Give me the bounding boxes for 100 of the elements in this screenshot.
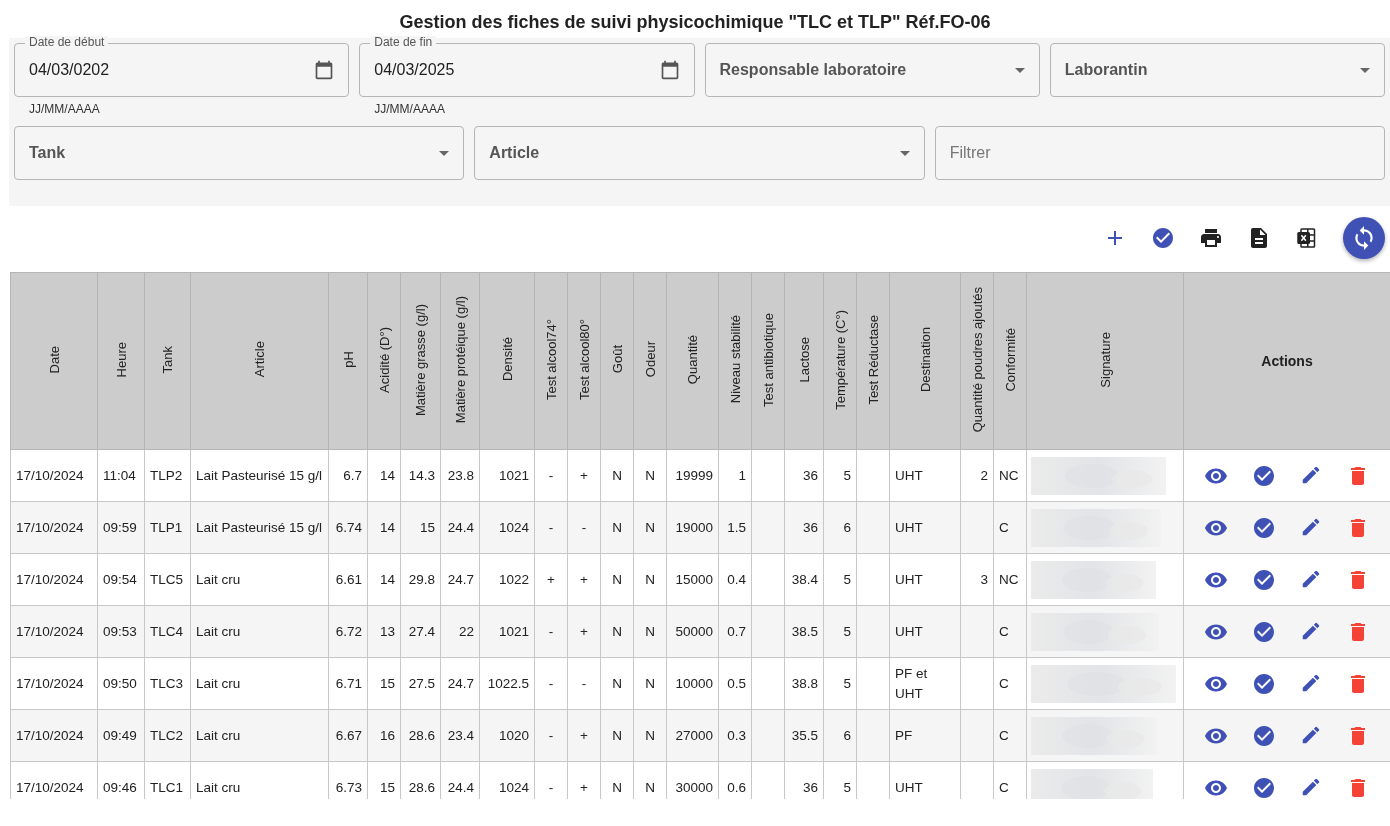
table-cell: 09:46 bbox=[103, 779, 137, 795]
table-cell: N bbox=[645, 519, 655, 535]
table-cell: Lait cru bbox=[196, 571, 241, 587]
table-cell: UHT bbox=[895, 519, 923, 535]
select-field[interactable]: Tank bbox=[14, 126, 465, 180]
column-header: Matière grasse (g/l) bbox=[413, 303, 428, 416]
table-cell: - bbox=[548, 519, 554, 535]
table-cell: 17/10/2024 bbox=[16, 779, 84, 795]
table-cell: 6.61 bbox=[335, 571, 362, 587]
table-cell: + bbox=[547, 571, 555, 587]
table-cell: 29.8 bbox=[408, 571, 435, 587]
table-cell: 24.4 bbox=[447, 779, 474, 795]
table-cell: + bbox=[580, 623, 588, 639]
column-header: Acidité (D°) bbox=[376, 326, 392, 393]
table-cell: 38.5 bbox=[791, 623, 818, 639]
table-cell: 16 bbox=[379, 727, 395, 743]
page-title: Gestion des fiches de suivi physicochimique "TLC et TLP" Réf.FO-06 bbox=[398, 12, 992, 33]
table-cell: 1022 bbox=[498, 571, 529, 587]
table-cell: + bbox=[580, 727, 588, 743]
table-cell: N bbox=[612, 727, 622, 743]
table-cell: N bbox=[612, 571, 622, 587]
dropdown-caret-icon bbox=[1014, 67, 1025, 73]
table-cell: 30000 bbox=[675, 779, 713, 795]
table-cell: 1024 bbox=[498, 519, 529, 535]
table-cell: 1022.5 bbox=[487, 675, 529, 691]
table-cell: 17/10/2024 bbox=[16, 467, 84, 483]
table-cell: 09:49 bbox=[103, 727, 137, 743]
table-cell: 36 bbox=[802, 519, 818, 535]
table-cell: 6.71 bbox=[335, 675, 362, 691]
validate-button[interactable] bbox=[1252, 671, 1276, 696]
table-cell: 1.5 bbox=[727, 519, 746, 535]
table-cell: 27000 bbox=[675, 727, 713, 743]
table-cell: 0.6 bbox=[727, 779, 746, 795]
table-cell: N bbox=[645, 779, 655, 795]
table-cell: 11:04 bbox=[103, 467, 136, 483]
table-cell: - bbox=[581, 519, 587, 535]
table-cell: 24.7 bbox=[447, 675, 474, 691]
table-cell: N bbox=[612, 467, 622, 483]
table-cell: 5 bbox=[843, 779, 851, 795]
dropdown-caret-icon bbox=[1360, 67, 1370, 73]
table-cell: UHT bbox=[895, 623, 923, 639]
calendar-icon[interactable] bbox=[314, 60, 335, 80]
table-cell: 15 bbox=[419, 519, 435, 535]
table-cell: 17/10/2024 bbox=[16, 623, 84, 639]
table-cell: TLC5 bbox=[150, 571, 183, 587]
table-cell: 24.4 bbox=[447, 519, 474, 535]
printer-icon[interactable] bbox=[1199, 226, 1223, 250]
table-cell: N bbox=[645, 467, 655, 483]
table-cell: 5 bbox=[843, 675, 851, 691]
table-cell: 22 bbox=[458, 623, 474, 639]
filter-field[interactable]: Filtrer bbox=[934, 126, 1385, 180]
table-cell: C bbox=[999, 519, 1009, 535]
table-cell: 17/10/2024 bbox=[16, 519, 84, 535]
table-cell: PF bbox=[895, 727, 913, 743]
column-header: Tank bbox=[160, 345, 175, 374]
validate-button[interactable] bbox=[1252, 463, 1276, 488]
table-cell: 1021 bbox=[498, 623, 529, 639]
table-cell: 2 bbox=[980, 467, 988, 483]
table-cell: - bbox=[548, 675, 554, 691]
table-cell: UHT bbox=[895, 467, 923, 483]
select-field[interactable]: Article bbox=[474, 126, 925, 180]
table-cell: 24.7 bbox=[447, 571, 474, 587]
calendar-icon[interactable] bbox=[659, 60, 680, 80]
column-header: Odeur bbox=[642, 341, 658, 378]
table-cell: Lait cru bbox=[196, 675, 241, 691]
table-cell: Lait cru bbox=[196, 727, 241, 743]
table-cell: 27.5 bbox=[408, 675, 435, 691]
table-cell: 14 bbox=[379, 467, 395, 483]
table-cell: NC bbox=[999, 467, 1019, 483]
table-cell: TLC1 bbox=[150, 779, 183, 795]
refresh-button[interactable] bbox=[1343, 217, 1385, 259]
table-cell: PF et UHT bbox=[895, 665, 928, 701]
table-cell: 6.67 bbox=[335, 727, 362, 743]
table-cell: C bbox=[999, 727, 1009, 743]
helper-text: JJ/MM/AAAA bbox=[374, 102, 446, 116]
table-cell: 6.7 bbox=[343, 467, 362, 483]
table-cell: 15000 bbox=[675, 571, 713, 587]
column-header: Test alcool80° bbox=[576, 318, 592, 401]
table-cell: N bbox=[612, 675, 622, 691]
table-cell: 19999 bbox=[675, 467, 713, 483]
select-field[interactable]: Responsable laboratoire bbox=[704, 43, 1040, 97]
column-header: Heure bbox=[113, 341, 129, 378]
validate-button[interactable] bbox=[1252, 515, 1276, 540]
table-cell: 27.4 bbox=[408, 623, 435, 639]
table-cell: 10000 bbox=[675, 675, 713, 691]
table-cell: - bbox=[548, 623, 554, 639]
table-cell: 50000 bbox=[675, 623, 713, 639]
validate-button[interactable] bbox=[1252, 775, 1276, 799]
validate-button[interactable] bbox=[1252, 567, 1276, 592]
table-cell: N bbox=[645, 727, 655, 743]
table-cell: 14 bbox=[379, 519, 395, 535]
table-cell: 09:54 bbox=[103, 571, 137, 587]
table-cell: 5 bbox=[843, 467, 851, 483]
validate-button[interactable] bbox=[1252, 723, 1276, 748]
table-cell: N bbox=[645, 675, 655, 691]
validate-button[interactable] bbox=[1252, 619, 1276, 644]
table-cell: 15 bbox=[379, 779, 395, 795]
select-field[interactable]: Laborantin bbox=[1049, 43, 1385, 97]
column-header: Goût bbox=[609, 345, 625, 374]
table-cell: TLP2 bbox=[150, 467, 183, 483]
